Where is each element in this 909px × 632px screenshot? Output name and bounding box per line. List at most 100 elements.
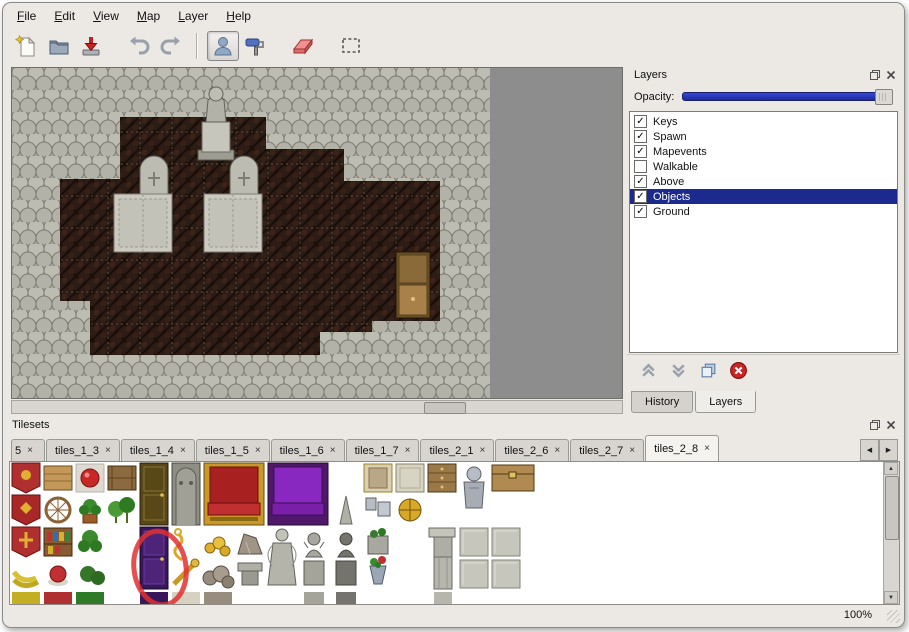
layer-checkbox[interactable]	[634, 160, 647, 173]
layer-actions-bar	[627, 354, 900, 385]
open-button[interactable]	[43, 31, 75, 61]
menu-map[interactable]: Map	[129, 7, 168, 25]
map-hscroll-thumb[interactable]	[424, 402, 466, 414]
layer-duplicate-button[interactable]	[699, 361, 718, 380]
layer-checkbox[interactable]: ✓	[634, 130, 647, 143]
tileset-tab-label: tiles_2_6	[504, 445, 548, 457]
layer-row-ground[interactable]: ✓ Ground	[630, 204, 897, 219]
tabs-scroll-right-button[interactable]: ▶	[879, 439, 898, 461]
menu-file[interactable]: File	[9, 7, 44, 25]
tileset-tab-tiles_1_5[interactable]: tiles_1_5 ×	[196, 439, 270, 461]
layer-delete-button[interactable]	[729, 361, 748, 380]
layer-label: Mapevents	[653, 146, 707, 158]
tileset-tab-tiles_1_6[interactable]: tiles_1_6 ×	[271, 439, 345, 461]
tab-close-icon[interactable]: ×	[480, 446, 486, 456]
redo-button[interactable]	[155, 31, 187, 61]
scroll-down-button[interactable]: ▼	[884, 591, 898, 604]
opacity-slider-handle[interactable]	[875, 89, 893, 105]
tab-close-icon[interactable]: ×	[105, 446, 111, 456]
tileset-canvas[interactable]: ▲ ▼	[9, 461, 900, 605]
layer-row-objects[interactable]: ✓Objects	[630, 189, 897, 204]
layer-checkbox[interactable]: ✓	[634, 190, 647, 203]
eraser-tool-button[interactable]	[287, 31, 319, 61]
map-render	[12, 68, 622, 398]
scroll-up-button[interactable]: ▲	[884, 462, 898, 475]
map-horizontal-scrollbar[interactable]	[11, 400, 623, 414]
menu-layer[interactable]: Layer	[170, 7, 216, 25]
eraser-icon	[291, 34, 315, 58]
tileset-tab-label: tiles_2_1	[429, 445, 473, 457]
layer-row-keys[interactable]: ✓ Keys	[630, 114, 897, 129]
tilesets-close-button[interactable]	[885, 419, 897, 431]
undo-button[interactable]	[123, 31, 155, 61]
tileset-tab-tiles_2_6[interactable]: tiles_2_6 ×	[495, 439, 569, 461]
tileset-vertical-scrollbar[interactable]: ▲ ▼	[883, 462, 899, 604]
layer-list[interactable]: ✓Keys✓Spawn✓MapeventsWalkable✓Above✓Obje…	[629, 111, 898, 353]
zoom-level: 100%	[844, 609, 872, 621]
tileset-tab-tiles_2_7[interactable]: tiles_2_7×	[570, 439, 644, 461]
layer-lower-button[interactable]	[669, 361, 688, 380]
left-arrow-icon: ◀	[867, 446, 872, 454]
map-canvas[interactable]	[11, 67, 623, 399]
tilesets-float-button[interactable]	[869, 419, 881, 431]
app-window: FileEditViewMapLayerHelp	[2, 2, 905, 628]
layers-close-button[interactable]	[885, 69, 897, 81]
tileset-tab-tiles_2_1[interactable]: tiles_2_1 ×	[420, 439, 494, 461]
layer-row-above[interactable]: ✓Above	[630, 174, 897, 189]
stamp-tool-button[interactable]	[207, 31, 239, 61]
tileset-tab-label: tiles_2_8	[654, 443, 698, 455]
tileset-vscroll-thumb[interactable]	[885, 476, 899, 540]
layer-row-mapevents[interactable]: ✓ Mapevents	[630, 144, 897, 159]
layer-checkbox[interactable]: ✓	[634, 205, 647, 218]
layer-checkbox[interactable]: ✓	[634, 145, 647, 158]
open-folder-icon	[47, 34, 71, 58]
down-arrow-icon: ▼	[888, 595, 894, 601]
float-icon	[869, 419, 881, 431]
tileset-tab-tiles_1_7[interactable]: tiles_1_7×	[346, 439, 420, 461]
selection-rect-icon	[339, 34, 363, 58]
layers-panel: Layers Opacity: ✓Keys✓Spawn✓MapeventsWal…	[627, 67, 900, 415]
tileset-tab-5[interactable]: 5×	[11, 439, 45, 461]
fill-tool-button[interactable]	[239, 31, 271, 61]
layer-checkbox[interactable]: ✓	[634, 175, 647, 188]
undo-icon	[127, 34, 151, 58]
tab-close-icon[interactable]: ×	[180, 446, 186, 456]
opacity-label: Opacity:	[634, 91, 674, 103]
close-icon	[885, 419, 897, 431]
menu-view[interactable]: View	[85, 7, 127, 25]
layer-row-walkable[interactable]: Walkable	[630, 159, 897, 174]
resize-grip[interactable]	[887, 610, 900, 623]
layer-label: Keys	[653, 116, 677, 128]
layer-row-spawn[interactable]: ✓Spawn	[630, 129, 897, 144]
save-button[interactable]	[75, 31, 107, 61]
save-icon	[79, 34, 103, 58]
layer-checkbox[interactable]: ✓	[634, 115, 647, 128]
menu-help[interactable]: Help	[218, 7, 259, 25]
tab-close-icon[interactable]: ×	[405, 446, 411, 456]
tab-history[interactable]: History	[631, 391, 693, 413]
tileset-tabbar: 5×tiles_1_3×tiles_1_4×tiles_1_5×tiles_1_…	[11, 433, 856, 461]
tab-close-icon[interactable]: ×	[255, 446, 261, 456]
tabs-scroll-left-button[interactable]: ◀	[860, 439, 879, 461]
new-file-icon	[15, 34, 39, 58]
tab-close-icon[interactable]: ×	[27, 446, 33, 456]
tab-close-icon[interactable]: ×	[704, 444, 710, 454]
opacity-slider[interactable]	[682, 92, 893, 101]
tileset-render	[10, 462, 541, 604]
tileset-tab-tiles_1_3[interactable]: tiles_1_3 ×	[46, 439, 120, 461]
new-file-button[interactable]	[11, 31, 43, 61]
tileset-tab-tiles_2_8[interactable]: tiles_2_8 ×	[645, 435, 719, 461]
tab-close-icon[interactable]: ×	[330, 446, 336, 456]
layer-raise-button[interactable]	[639, 361, 658, 380]
tileset-tab-label: tiles_1_5	[205, 445, 249, 457]
select-tool-button[interactable]	[335, 31, 367, 61]
tab-close-icon[interactable]: ×	[629, 446, 635, 456]
menu-edit[interactable]: Edit	[46, 7, 83, 25]
layers-float-button[interactable]	[869, 69, 881, 81]
layer-label: Ground	[653, 206, 690, 218]
tab-layers[interactable]: Layers	[695, 391, 756, 413]
tileset-tab-label: tiles_1_6	[280, 445, 324, 457]
tileset-tab-label: tiles_1_3	[55, 445, 99, 457]
tab-close-icon[interactable]: ×	[554, 446, 560, 456]
tileset-tab-tiles_1_4[interactable]: tiles_1_4×	[121, 439, 195, 461]
